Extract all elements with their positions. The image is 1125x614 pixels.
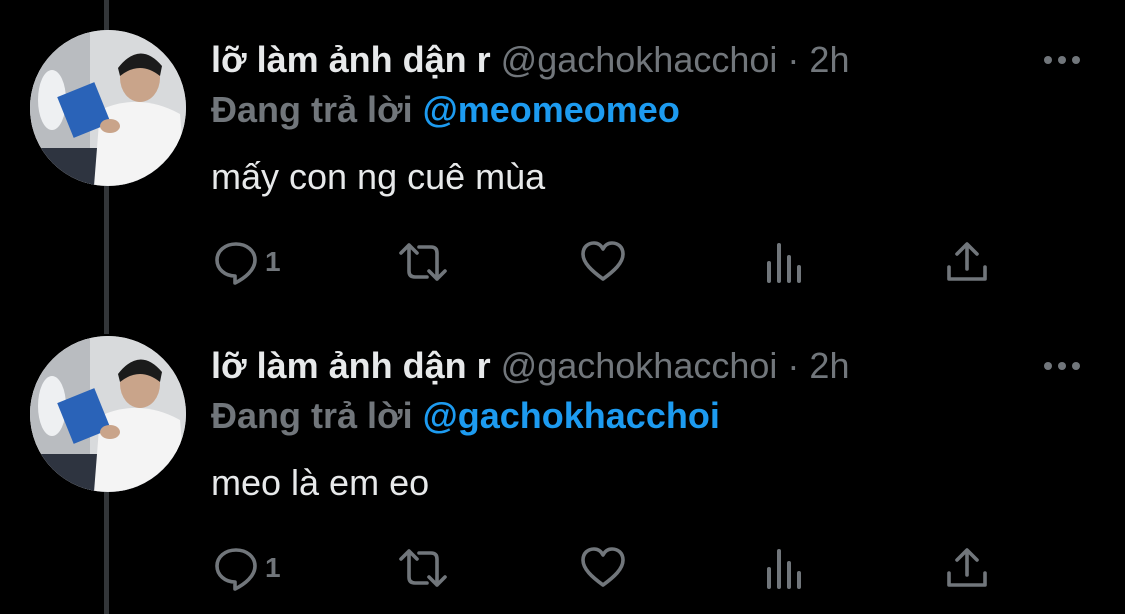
views-icon [767, 243, 801, 283]
timestamp[interactable]: 2h [809, 39, 849, 80]
reply-count: 1 [265, 246, 281, 277]
replying-to: Đang trả lời @gachokhacchoi [211, 394, 720, 438]
tweet-actions: 1 [211, 237, 1011, 287]
author-name[interactable]: lỡ làm ảnh dận r [211, 345, 491, 386]
replying-mention-link[interactable]: @gachokhacchoi [423, 395, 720, 436]
author-handle[interactable]: @gachokhacchoi [501, 39, 778, 80]
replying-label: Đang trả lời [211, 89, 413, 130]
heart-icon [581, 547, 625, 587]
more-horizontal-icon [1044, 362, 1080, 370]
replying-mention-link[interactable]: @meomeomeo [423, 89, 680, 130]
avatar[interactable] [30, 336, 186, 492]
share-button[interactable] [945, 237, 989, 287]
tweet[interactable]: lỡ làm ảnh dận r @gachokhacchoi · 2h Đan… [0, 306, 1125, 606]
reply-count: 1 [265, 552, 281, 583]
tweet-text: meo là em eo [211, 462, 430, 503]
reply-button[interactable]: 1 [213, 543, 281, 593]
timestamp[interactable]: 2h [809, 345, 849, 386]
retweet-button[interactable] [397, 543, 449, 593]
tweet-actions: 1 [211, 543, 1011, 593]
like-button[interactable] [580, 543, 626, 593]
tweet-header: lỡ làm ảnh dận r @gachokhacchoi · 2h [211, 38, 849, 82]
retweet-icon [399, 243, 447, 281]
views-button[interactable] [765, 543, 805, 593]
share-button[interactable] [945, 543, 989, 593]
views-button[interactable] [765, 237, 805, 287]
avatar-photo [30, 30, 186, 186]
replying-to: Đang trả lời @meomeomeo [211, 88, 680, 132]
reply-button[interactable]: 1 [213, 237, 281, 287]
retweet-icon [399, 549, 447, 587]
like-button[interactable] [580, 237, 626, 287]
separator-dot: · [787, 345, 800, 386]
tweet-text: mấy con ng cuê mùa [211, 156, 546, 197]
author-name[interactable]: lỡ làm ảnh dận r [211, 39, 491, 80]
reply-icon [215, 242, 257, 285]
views-icon [767, 549, 801, 589]
separator-dot: · [787, 39, 800, 80]
share-icon [947, 548, 987, 587]
share-icon [947, 242, 987, 281]
reply-icon [215, 548, 257, 591]
more-options-button[interactable] [1040, 50, 1084, 70]
more-options-button[interactable] [1040, 356, 1084, 376]
replying-label: Đang trả lời [211, 395, 413, 436]
avatar[interactable] [30, 30, 186, 186]
more-horizontal-icon [1044, 56, 1080, 64]
retweet-button[interactable] [397, 237, 449, 287]
tweet-header: lỡ làm ảnh dận r @gachokhacchoi · 2h [211, 344, 849, 388]
author-handle[interactable]: @gachokhacchoi [501, 345, 778, 386]
tweet[interactable]: lỡ làm ảnh dận r @gachokhacchoi · 2h Đan… [0, 0, 1125, 300]
avatar-photo [30, 336, 186, 492]
heart-icon [581, 241, 625, 281]
